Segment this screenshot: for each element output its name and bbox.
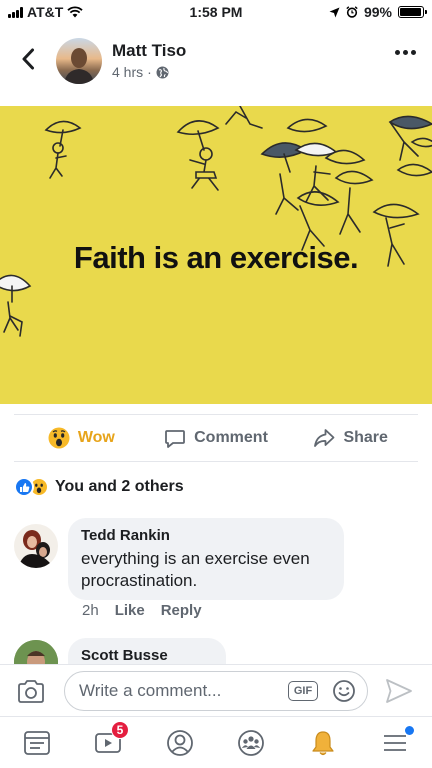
nav-notifications[interactable] bbox=[306, 727, 340, 759]
author-avatar[interactable] bbox=[56, 38, 102, 84]
send-button[interactable] bbox=[385, 678, 413, 709]
comment-time: 2h bbox=[82, 602, 99, 619]
bottom-navigation: 5 bbox=[0, 716, 432, 768]
share-button[interactable]: Share bbox=[283, 427, 418, 449]
comment-text-line-2: procrastination. bbox=[81, 571, 198, 590]
smiley-icon bbox=[333, 680, 355, 702]
like-reaction-icon bbox=[14, 477, 34, 497]
post-image[interactable]: Faith is an exercise. bbox=[0, 106, 432, 404]
comment-item: Scott Busse bbox=[14, 638, 418, 664]
post-header: Matt Tiso 4 hrs · bbox=[0, 30, 432, 100]
bell-icon bbox=[312, 731, 334, 756]
back-button[interactable] bbox=[14, 44, 42, 74]
comment-bubble[interactable]: Scott Busse bbox=[68, 638, 226, 664]
comment-composer: GIF bbox=[0, 664, 432, 716]
comment-button[interactable]: Comment bbox=[149, 427, 284, 449]
commenter-name[interactable]: Tedd Rankin bbox=[81, 527, 331, 544]
comment-item: Tedd Rankin everything is an exercise ev… bbox=[14, 518, 418, 626]
wow-reaction-button[interactable]: Wow bbox=[14, 427, 149, 449]
commenter-avatar[interactable] bbox=[14, 640, 58, 664]
nav-menu[interactable] bbox=[378, 726, 414, 759]
comment-label: Comment bbox=[194, 429, 268, 446]
comment-bubble[interactable]: Tedd Rankin everything is an exercise ev… bbox=[68, 518, 344, 600]
post-image-text: Faith is an exercise. bbox=[73, 240, 359, 275]
commenter-name[interactable]: Scott Busse bbox=[81, 647, 213, 664]
gif-button[interactable]: GIF bbox=[288, 681, 318, 701]
emoji-button[interactable] bbox=[332, 679, 356, 708]
profile-icon bbox=[167, 730, 193, 756]
chevron-left-icon bbox=[22, 48, 34, 70]
nav-profile[interactable] bbox=[163, 727, 197, 759]
menu-notification-dot bbox=[405, 726, 414, 735]
comment-input[interactable] bbox=[64, 671, 368, 711]
location-arrow-icon bbox=[329, 7, 340, 17]
meta-separator: · bbox=[147, 64, 152, 80]
avatar-person-silhouette bbox=[64, 48, 94, 84]
author-name[interactable]: Matt Tiso bbox=[112, 41, 186, 61]
battery-icon bbox=[398, 6, 427, 18]
globe-icon bbox=[156, 66, 169, 78]
share-icon bbox=[314, 429, 335, 447]
nav-watch[interactable]: 5 bbox=[91, 721, 129, 759]
status-bar: AT&T 1:58 PM 99% bbox=[0, 0, 432, 24]
comment-like-button[interactable]: Like bbox=[115, 602, 145, 619]
more-options-button[interactable] bbox=[395, 50, 416, 55]
send-icon bbox=[386, 679, 412, 703]
nav-groups[interactable] bbox=[234, 727, 268, 759]
wow-emoji-icon bbox=[48, 427, 70, 449]
hamburger-menu-icon bbox=[384, 735, 406, 751]
news-feed-icon bbox=[24, 731, 50, 755]
comment-reply-button[interactable]: Reply bbox=[161, 602, 202, 619]
nav-news-feed[interactable] bbox=[20, 727, 54, 759]
camera-icon bbox=[18, 680, 44, 703]
commenter-avatar[interactable] bbox=[14, 524, 58, 568]
groups-icon bbox=[238, 730, 264, 756]
post-action-bar: Wow Comment Share bbox=[14, 414, 418, 462]
reactions-summary-text: You and 2 others bbox=[55, 478, 184, 495]
comment-actions: 2h Like Reply bbox=[82, 602, 202, 619]
comment-text-line-1: everything is an exercise even bbox=[81, 549, 310, 568]
reactions-summary[interactable]: You and 2 others bbox=[14, 476, 184, 498]
status-right: 99% bbox=[329, 4, 427, 20]
post-time[interactable]: 4 hrs bbox=[112, 64, 143, 80]
comment-icon bbox=[165, 430, 186, 448]
battery-percent: 99% bbox=[363, 4, 392, 20]
commenter-avatar-image bbox=[14, 640, 58, 664]
camera-button[interactable] bbox=[16, 679, 46, 710]
alarm-icon bbox=[346, 6, 358, 18]
commenter-avatar-image bbox=[14, 524, 58, 568]
wow-label: Wow bbox=[77, 429, 115, 446]
share-label: Share bbox=[343, 429, 388, 446]
post-meta: 4 hrs · bbox=[112, 64, 169, 80]
notification-badge: 5 bbox=[111, 721, 129, 739]
